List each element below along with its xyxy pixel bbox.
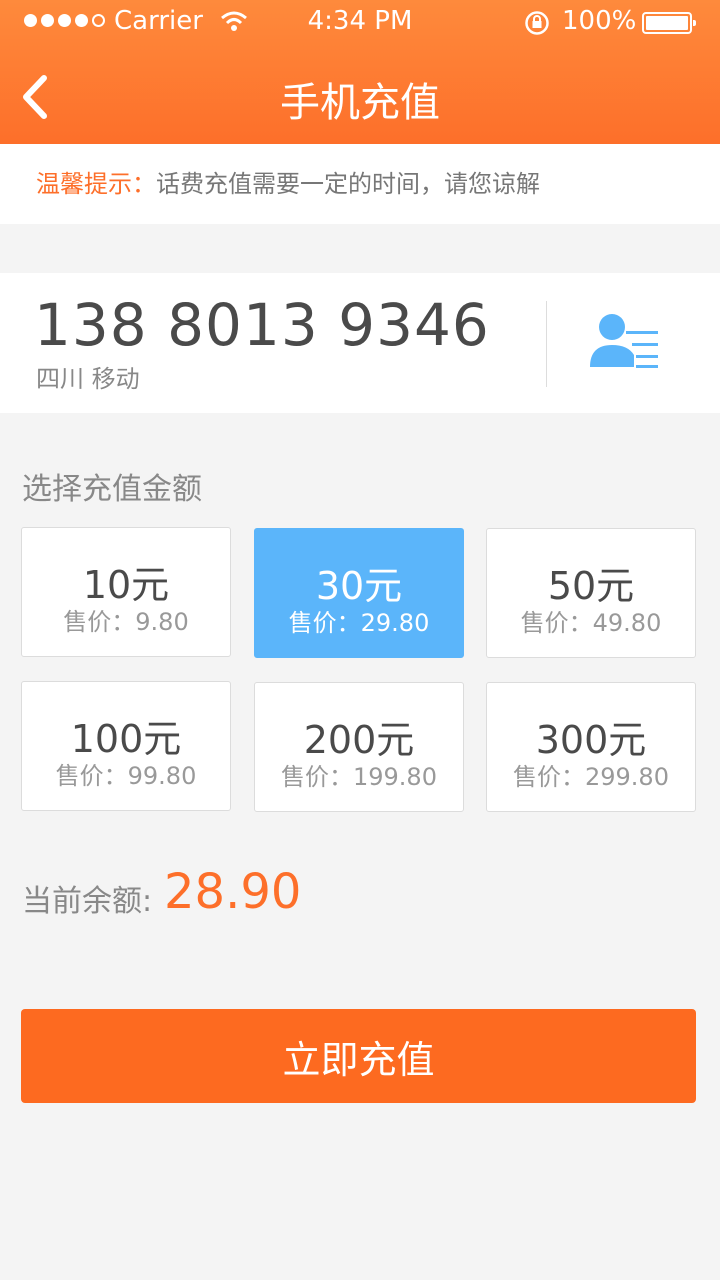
notice-banner: 温馨提示：话费充值需要一定的时间，请您谅解: [0, 144, 720, 224]
amount-value: 30元: [315, 564, 403, 608]
balance-label: 当前余额:: [22, 884, 153, 919]
divider: [546, 301, 547, 387]
amount-value: 300元: [535, 718, 647, 762]
contact-list-icon: [590, 314, 658, 368]
notice-text: 话费充值需要一定的时间，请您谅解: [156, 170, 540, 198]
amount-value: 100元: [70, 717, 182, 761]
phone-section: 138 8013 9346 四川 移动: [0, 273, 720, 413]
phone-carrier-region: 四川 移动: [36, 365, 140, 393]
amount-price: 售价：99.80: [55, 762, 197, 790]
notice-label: 温馨提示：: [36, 170, 156, 198]
amount-option-30[interactable]: 30元 售价：29.80: [254, 528, 464, 658]
battery-percent: 100%: [562, 6, 637, 36]
amount-price: 售价：9.80: [63, 608, 189, 636]
phone-number[interactable]: 138 8013 9346: [34, 291, 490, 359]
amount-option-200[interactable]: 200元 售价：199.80: [254, 682, 464, 812]
amount-option-100[interactable]: 100元 售价：99.80: [21, 681, 231, 811]
mobile-recharge-screen: Carrier 4:34 PM 100% 手机充值 温馨提示：话费充值需要一定的…: [0, 0, 720, 1280]
rotation-lock-icon: [525, 11, 549, 35]
amount-option-10[interactable]: 10元 售价：9.80: [21, 527, 231, 657]
amount-option-50[interactable]: 50元 售价：49.80: [486, 528, 696, 658]
amount-option-300[interactable]: 300元 售价：299.80: [486, 682, 696, 812]
amount-price: 售价：49.80: [520, 609, 662, 637]
battery-icon: [642, 12, 696, 34]
balance-value: 28.90: [164, 864, 302, 920]
recharge-now-button[interactable]: 立即充值: [21, 1009, 696, 1103]
amount-section-title: 选择充值金额: [22, 472, 202, 507]
contacts-button[interactable]: [586, 309, 666, 379]
header: Carrier 4:34 PM 100% 手机充值: [0, 0, 720, 144]
amount-value: 50元: [547, 564, 635, 608]
page-title: 手机充值: [280, 80, 440, 126]
amount-price: 售价：299.80: [513, 763, 669, 791]
amount-price: 售价：29.80: [288, 609, 430, 637]
amount-value: 200元: [303, 718, 415, 762]
amount-price: 售价：199.80: [281, 763, 437, 791]
amount-value: 10元: [82, 563, 170, 607]
status-bar: Carrier 4:34 PM 100%: [0, 0, 720, 44]
